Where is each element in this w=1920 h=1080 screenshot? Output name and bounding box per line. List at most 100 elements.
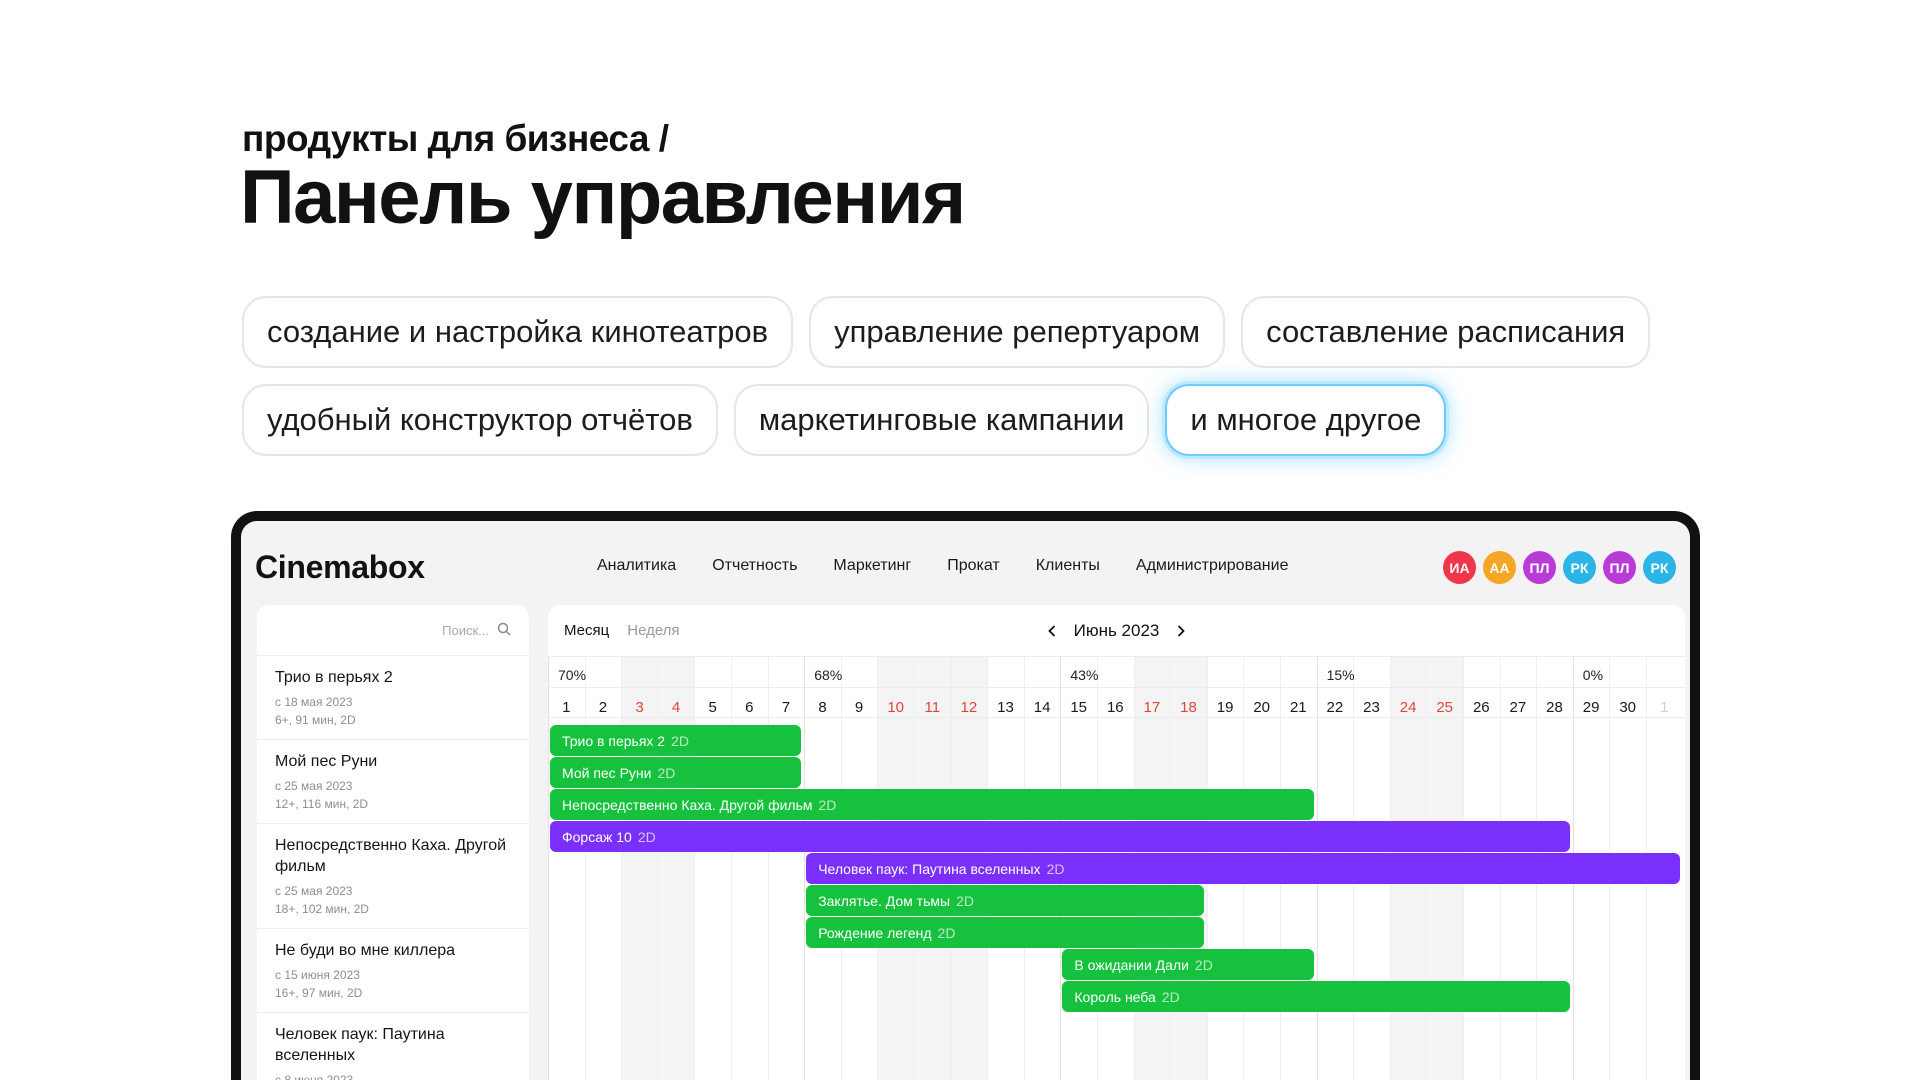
chevron-right-icon[interactable] xyxy=(1173,622,1189,640)
day-number[interactable]: 13 xyxy=(987,699,1024,716)
day-number[interactable]: 26 xyxy=(1463,699,1500,716)
nav-marketing[interactable]: Маркетинг xyxy=(833,557,911,575)
avatar[interactable]: ПЛ xyxy=(1523,551,1556,584)
nav-administration[interactable]: Администрирование xyxy=(1136,557,1289,575)
hero-subtitle: продукты для бизнеса / xyxy=(242,118,669,159)
chip-marketing[interactable]: маркетинговые кампании xyxy=(733,384,1150,456)
day-column xyxy=(584,657,622,1080)
day-number[interactable]: 8 xyxy=(804,699,841,716)
avatar[interactable]: АА xyxy=(1483,551,1516,584)
schedule-bar[interactable]: Трио в перьях 2 2D xyxy=(550,725,802,756)
laptop-frame: Cinemabox Аналитика Отчетность Маркетинг… xyxy=(231,511,1700,1080)
day-number[interactable]: 25 xyxy=(1426,699,1463,716)
day-number[interactable]: 1 xyxy=(548,699,585,716)
nav-analytics[interactable]: Аналитика xyxy=(597,557,676,575)
day-number[interactable]: 23 xyxy=(1353,699,1390,716)
schedule-bar[interactable]: Непосредственно Каха. Другой фильм 2D xyxy=(550,789,1314,820)
schedule-bar-format: 2D xyxy=(818,796,837,813)
chip-and-more[interactable]: и многое другое xyxy=(1165,384,1447,456)
schedule-bar[interactable]: Форсаж 10 2D xyxy=(550,821,1570,852)
app-logo[interactable]: Cinemabox xyxy=(255,549,425,586)
schedule-bar-title: В ожидании Дали xyxy=(1074,956,1189,973)
day-number[interactable]: 12 xyxy=(951,699,988,716)
day-number[interactable]: 17 xyxy=(1134,699,1171,716)
avatar[interactable]: РК xyxy=(1563,551,1596,584)
film-list-item[interactable]: Человек паук: Паутина вселенных с 8 июня … xyxy=(257,1012,529,1080)
day-number[interactable]: 18 xyxy=(1170,699,1207,716)
nav-reports[interactable]: Отчетность xyxy=(712,557,797,575)
schedule-bar[interactable]: В ожидании Дали 2D xyxy=(1062,949,1314,980)
film-title: Человек паук: Паутина вселенных xyxy=(275,1026,445,1064)
hero-title: Панель управления xyxy=(240,155,966,240)
film-list-item[interactable]: Непосредственно Каха. Другой фильм с 25 м… xyxy=(257,823,529,928)
day-column xyxy=(621,657,658,1080)
day-number[interactable]: 15 xyxy=(1060,699,1097,716)
day-number[interactable]: 3 xyxy=(621,699,658,716)
schedule-bar-format: 2D xyxy=(637,828,656,845)
day-number[interactable]: 10 xyxy=(877,699,914,716)
day-number[interactable]: 2 xyxy=(585,699,622,716)
nav-clients[interactable]: Клиенты xyxy=(1036,557,1100,575)
film-info: 16+, 97 мин, 2D xyxy=(275,986,363,1000)
day-number[interactable]: 5 xyxy=(694,699,731,716)
schedule-bar-format: 2D xyxy=(1161,988,1180,1005)
day-column xyxy=(657,657,695,1080)
day-number[interactable]: 9 xyxy=(841,699,878,716)
day-number[interactable]: 30 xyxy=(1609,699,1646,716)
film-list-panel: Поиск... Трио в перьях 2 с 18 мая 2023 6+,… xyxy=(257,605,529,1080)
day-number[interactable]: 6 xyxy=(731,699,768,716)
day-number[interactable]: 1 xyxy=(1646,699,1683,716)
schedule-bar-format: 2D xyxy=(1046,860,1065,877)
schedule-bar[interactable]: Заклятье. Дом тьмы 2D xyxy=(806,885,1204,916)
schedule-bar-title: Трио в перьях 2 xyxy=(562,732,666,749)
day-column xyxy=(694,657,731,1080)
day-number[interactable]: 4 xyxy=(658,699,695,716)
film-list-item[interactable]: Мой пес Руни с 25 мая 2023 12+, 116 мин, 2… xyxy=(257,739,529,823)
film-search[interactable]: Поиск... xyxy=(257,605,529,655)
film-release-date: с 18 мая 2023 xyxy=(275,695,353,709)
chip-repertoire[interactable]: управление репертуаром xyxy=(809,296,1226,368)
search-icon[interactable] xyxy=(497,622,511,639)
day-number[interactable]: 14 xyxy=(1024,699,1061,716)
day-number[interactable]: 28 xyxy=(1536,699,1573,716)
avatar[interactable]: ИА xyxy=(1443,551,1476,584)
film-info: 18+, 102 мин, 2D xyxy=(275,902,369,916)
search-input[interactable]: Поиск... xyxy=(442,623,489,638)
day-number[interactable]: 21 xyxy=(1280,699,1317,716)
day-number[interactable]: 27 xyxy=(1500,699,1537,716)
week-occupancy: 0% xyxy=(1582,667,1604,683)
day-number[interactable]: 16 xyxy=(1097,699,1134,716)
film-info: 12+, 116 мин, 2D xyxy=(275,797,369,811)
day-number[interactable]: 29 xyxy=(1573,699,1610,716)
schedule-bar-title: Рождение легенд xyxy=(818,924,932,941)
schedule-bar[interactable]: Рождение легенд 2D xyxy=(806,917,1204,948)
day-number[interactable]: 7 xyxy=(768,699,805,716)
schedule-bar[interactable]: Король неба 2D xyxy=(1062,981,1570,1012)
chip-cinema-setup[interactable]: создание и настройка кинотеатров xyxy=(242,296,794,368)
film-release-date: с 25 мая 2023 xyxy=(275,884,353,898)
schedule-bar-title: Форсаж 10 xyxy=(562,828,632,845)
week-occupancy: 43% xyxy=(1070,667,1099,683)
day-number[interactable]: 11 xyxy=(914,699,951,716)
chip-schedule[interactable]: составление расписания xyxy=(1241,296,1651,368)
day-number[interactable]: 19 xyxy=(1207,699,1244,716)
schedule-bar[interactable]: Мой пес Руни 2D xyxy=(550,757,802,788)
film-list-item[interactable]: Не буди во мне киллера с 15 июня 2023 16+,… xyxy=(257,928,529,1012)
chip-report-builder[interactable]: удобный конструктор отчётов xyxy=(242,384,718,456)
film-title: Непосредственно Каха. Другой фильм xyxy=(275,837,507,875)
day-number[interactable]: 22 xyxy=(1317,699,1354,716)
schedule-bar-title: Мой пес Руни xyxy=(562,764,652,781)
schedule-bar-format: 2D xyxy=(1194,956,1213,973)
film-list-item[interactable]: Трио в перьях 2 с 18 мая 2023 6+, 91 мин, … xyxy=(257,655,529,739)
day-number[interactable]: 20 xyxy=(1243,699,1280,716)
nav-distribution[interactable]: Прокат xyxy=(947,557,1000,575)
day-number[interactable]: 24 xyxy=(1390,699,1427,716)
schedule-bar[interactable]: Человек паук: Паутина вселенных 2D xyxy=(806,853,1680,884)
avatar[interactable]: ПЛ xyxy=(1603,551,1636,584)
calendar-grid: 70% 68% 43% 15% 0% 1 2 3 4 5 6 7 8 9 10 11 12 13 14 15 16 17 1… xyxy=(548,657,1685,1080)
schedule-bar-title: Непосредственно Каха. Другой фильм xyxy=(562,796,813,813)
week-separator xyxy=(548,657,549,1080)
day-column xyxy=(731,657,768,1080)
chevron-left-icon[interactable] xyxy=(1044,622,1060,640)
avatar[interactable]: РК xyxy=(1643,551,1676,584)
